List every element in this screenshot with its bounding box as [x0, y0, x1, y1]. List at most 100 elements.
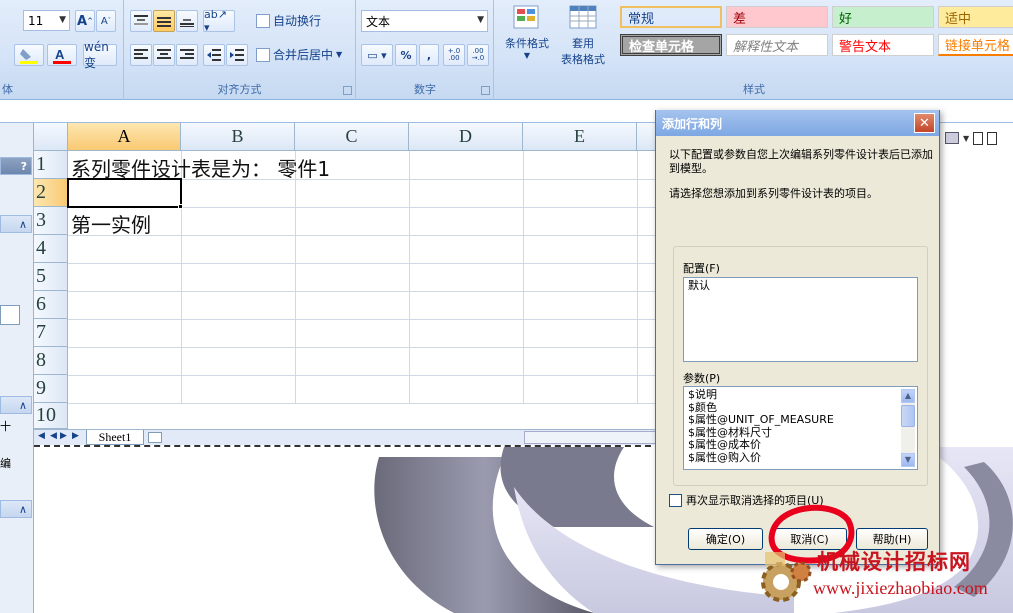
collapse-button[interactable]: ∧ [0, 396, 32, 414]
ok-button[interactable]: 确定(O) [688, 528, 763, 550]
style-check-cell[interactable]: 检查单元格 [620, 34, 722, 56]
comma-button[interactable]: , [419, 44, 439, 66]
config-listbox[interactable]: 默认 [683, 277, 918, 362]
list-item[interactable]: 默认 [688, 279, 913, 293]
chevron-down-icon[interactable]: ▼ [963, 134, 969, 143]
merge-center-button[interactable]: 合并后居中 ▼ [256, 46, 342, 63]
row-header[interactable]: 9 [34, 375, 68, 403]
fill-handle[interactable] [178, 204, 183, 209]
row-header[interactable]: 5 [34, 263, 68, 291]
style-good[interactable]: 好 [832, 6, 934, 28]
window-icon[interactable] [973, 131, 984, 145]
watermark-name: 机械设计招标网 [817, 549, 971, 574]
param-listbox[interactable]: $说明 $颜色 $属性@UNIT_OF_MEASURE $属性@材料尺寸 $属性… [683, 386, 918, 470]
column-header-e[interactable]: E [523, 123, 637, 151]
decrease-indent-button[interactable] [203, 44, 225, 66]
row-header[interactable]: 6 [34, 291, 68, 319]
table-format-label-2: 表格格式 [561, 53, 605, 66]
dialog-title-bar[interactable]: 添加行和列 ✕ [656, 110, 939, 136]
show-deselected-checkbox[interactable] [669, 494, 682, 507]
row-header[interactable]: 8 [34, 347, 68, 375]
close-button[interactable]: ✕ [914, 113, 935, 133]
row-header[interactable]: 10 [34, 403, 68, 429]
style-bad[interactable]: 差 [726, 6, 828, 28]
svg-text:A: A [55, 47, 65, 62]
column-header-b[interactable]: B [181, 123, 295, 151]
list-item[interactable]: $属性@购入价 [688, 451, 913, 465]
row-header[interactable]: 3 [34, 207, 68, 235]
accounting-format-button[interactable]: ▭ ▾ [361, 44, 393, 66]
align-center-button[interactable] [153, 44, 175, 66]
cell-a3[interactable]: 第一实例 [71, 209, 151, 238]
gridline [68, 347, 661, 348]
conditional-format-button[interactable]: 条件格式 ▼ [501, 4, 553, 60]
align-top-icon [134, 15, 148, 25]
style-explanatory[interactable]: 解释性文本 [726, 34, 828, 56]
number-group-title: 数字 [414, 83, 436, 96]
style-label: 好 [839, 11, 853, 27]
font-color-button[interactable]: A [47, 44, 77, 66]
align-bottom-button[interactable] [176, 10, 198, 32]
align-left-button[interactable] [130, 44, 152, 66]
style-normal[interactable]: 常规 [620, 6, 722, 28]
prev-sheet-icon[interactable]: ◀ [50, 431, 57, 441]
help-button[interactable]: ? [0, 157, 32, 175]
collapse-button[interactable]: ∧ [0, 500, 32, 518]
dialog-launcher-icon[interactable] [343, 86, 352, 95]
active-cell-a2[interactable] [67, 178, 182, 208]
wrap-text-button[interactable]: 自动换行 [256, 12, 321, 29]
increase-decimal-button[interactable]: +.0 .00 [443, 44, 465, 66]
watermark: 机械设计招标网 www.jixiezhaobiao.com [755, 538, 1013, 613]
font-size-value: 11 [28, 13, 44, 28]
horizontal-scrollbar[interactable] [524, 431, 659, 444]
orientation-button[interactable]: ab↗ ▾ [203, 8, 235, 34]
scroll-down-icon[interactable]: ▼ [901, 453, 915, 467]
column-header-c[interactable]: C [295, 123, 409, 151]
align-middle-button[interactable] [153, 10, 175, 32]
font-size-combo[interactable]: 11 ▼ [23, 10, 70, 31]
font-group-title: 体 [2, 83, 13, 96]
list-item[interactable]: $属性@成本价 [688, 438, 913, 452]
grow-font-button[interactable]: A ^ [75, 10, 95, 32]
column-header-a[interactable]: A [68, 123, 181, 151]
panel-input[interactable] [0, 305, 20, 325]
increase-indent-button[interactable] [226, 44, 248, 66]
dialog-prompt: 请选择您想添加到系列零件设计表的项目。 [669, 187, 878, 200]
style-warning[interactable]: 警告文本 [832, 34, 934, 56]
dialog-launcher-icon[interactable] [481, 86, 490, 95]
style-linked-cell[interactable]: 链接单元格 [938, 34, 1013, 56]
collapse-button[interactable]: ∧ [0, 215, 32, 233]
number-format-combo[interactable]: 文本 ▼ [361, 10, 488, 32]
column-header-d[interactable]: D [409, 123, 523, 151]
format-as-table-button[interactable]: 套用 表格格式 [555, 4, 611, 67]
first-sheet-icon[interactable]: ◀ [38, 431, 45, 441]
scroll-thumb[interactable] [901, 405, 915, 427]
gear-logo-icon [761, 552, 812, 602]
style-neutral[interactable]: 适中 [938, 6, 1013, 28]
vertical-scrollbar[interactable]: ▲ ▼ [901, 389, 915, 467]
row-header[interactable]: 4 [34, 235, 68, 263]
window-icon[interactable] [987, 131, 998, 145]
row-header[interactable]: 2 [34, 179, 68, 207]
align-top-button[interactable] [130, 10, 152, 32]
align-right-button[interactable] [176, 44, 198, 66]
row-header[interactable]: 7 [34, 319, 68, 347]
decrease-decimal-button[interactable]: .00 →.0 [467, 44, 489, 66]
fill-color-button[interactable] [14, 44, 44, 66]
shrink-font-button[interactable]: Aˇ [96, 10, 116, 32]
display-style-icon[interactable] [945, 132, 959, 144]
list-item[interactable]: $属性@UNIT_OF_MEASURE [688, 413, 913, 427]
decrease-indent-icon [207, 49, 221, 61]
sheet-tab-sheet1[interactable]: Sheet1 [86, 430, 144, 445]
scroll-up-icon[interactable]: ▲ [901, 389, 915, 403]
select-all-corner[interactable] [34, 123, 68, 151]
next-sheet-icon[interactable]: ▶ [60, 431, 67, 441]
last-sheet-icon[interactable]: ▶ [72, 431, 79, 441]
row-header[interactable]: 1 [34, 151, 68, 179]
phonetic-button[interactable]: wén 变 [83, 40, 117, 70]
alignment-group-title: 对齐方式 [217, 83, 262, 96]
percent-button[interactable]: % [395, 44, 417, 66]
align-center-icon [157, 49, 171, 59]
list-item[interactable]: $说明 [688, 388, 913, 402]
insert-sheet-icon[interactable] [148, 432, 162, 443]
